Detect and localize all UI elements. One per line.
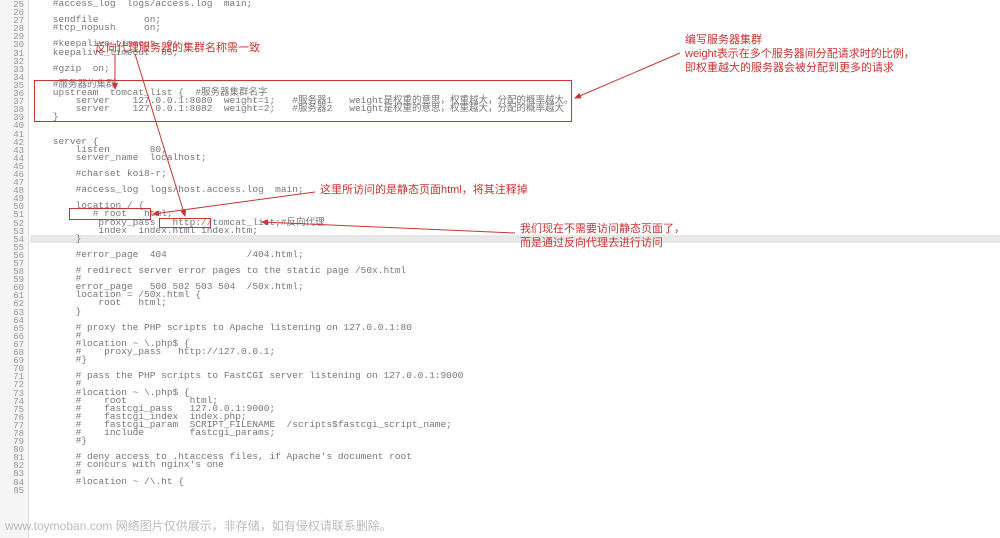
code-line[interactable]: #} xyxy=(30,356,1000,364)
code-line[interactable]: #access_log logs/access.log main; xyxy=(30,0,1000,8)
code-line[interactable] xyxy=(30,8,1000,16)
code-line[interactable]: #tcp_nopush on; xyxy=(30,24,1000,32)
code-line[interactable]: # redirect server error pages to the sta… xyxy=(30,267,1000,275)
code-line[interactable] xyxy=(30,194,1000,202)
code-editor-area[interactable]: #access_log logs/access.log main; sendfi… xyxy=(30,0,1000,494)
code-line[interactable]: } xyxy=(30,308,1000,316)
code-line[interactable]: #charset koi8-r; xyxy=(30,170,1000,178)
code-line[interactable] xyxy=(30,73,1000,81)
code-line[interactable]: #} xyxy=(30,437,1000,445)
line-number-gutter: 2526272829303132333435363738394041424344… xyxy=(0,0,29,538)
code-line[interactable]: # pass the PHP scripts to FastCGI server… xyxy=(30,372,1000,380)
code-line[interactable]: location = /50x.html { xyxy=(30,291,1000,299)
code-line[interactable]: } xyxy=(30,113,1000,121)
code-line[interactable] xyxy=(30,57,1000,65)
code-line[interactable]: } xyxy=(30,235,1000,243)
code-line[interactable]: #location ~ /\.ht { xyxy=(30,478,1000,486)
code-line[interactable] xyxy=(30,486,1000,494)
code-line[interactable] xyxy=(30,121,1000,129)
code-line[interactable]: #access_log logs/host.access.log main; xyxy=(30,186,1000,194)
code-line[interactable]: # proxy_pass http://127.0.0.1; xyxy=(30,348,1000,356)
code-line[interactable]: sendfile on; xyxy=(30,16,1000,24)
code-line[interactable]: # proxy the PHP scripts to Apache listen… xyxy=(30,324,1000,332)
code-line[interactable] xyxy=(30,130,1000,138)
code-line[interactable]: #error_page 404 /404.html; xyxy=(30,251,1000,259)
code-line[interactable]: server 127.0.0.1:8082 weight=2; #服务器2 we… xyxy=(30,105,1000,113)
code-line[interactable]: index index.html index.htm; xyxy=(30,227,1000,235)
code-line[interactable]: keepalive_timeout 65; xyxy=(30,49,1000,57)
code-line[interactable]: #gzip on; xyxy=(30,65,1000,73)
code-line[interactable]: root html; xyxy=(30,299,1000,307)
line-number: 85 xyxy=(0,487,28,495)
code-line[interactable]: server { xyxy=(30,138,1000,146)
code-line[interactable]: server_name localhost; xyxy=(30,154,1000,162)
code-line[interactable]: location / { xyxy=(30,202,1000,210)
watermark-text: www.toymoban.com 网络图片仅供展示，非存储，如有侵权请联系删除。 xyxy=(5,517,392,534)
code-line[interactable]: # include fastcgi_params; xyxy=(30,429,1000,437)
code-line[interactable]: # concurs with nginx's one xyxy=(30,461,1000,469)
code-line[interactable] xyxy=(30,162,1000,170)
